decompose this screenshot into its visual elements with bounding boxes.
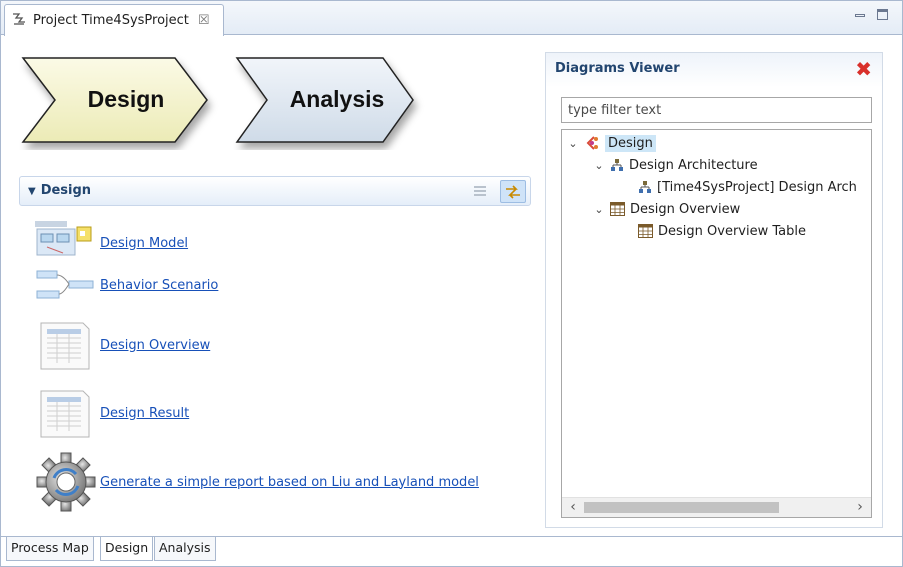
minimize-icon[interactable]: [855, 14, 865, 17]
diagrams-tree: ⌄ Design ⌄ Design Architecture [Time4Sys…: [561, 129, 872, 518]
generate-report-link[interactable]: Generate a simple report based on Liu an…: [100, 475, 479, 490]
scroll-right-icon[interactable]: ›: [851, 499, 869, 517]
tree-item-label: Design Overview: [630, 201, 741, 217]
behavior-scenario-link[interactable]: Behavior Scenario: [100, 278, 218, 293]
tree-item-label: [Time4SysProject] Design Arch: [657, 179, 857, 195]
editor-tab-label: Project Time4SysProject: [33, 13, 189, 28]
bottom-page-tabs: Process Map Design Analysis: [1, 536, 902, 566]
tree-item-label: Design Architecture: [629, 157, 758, 173]
design-result-link[interactable]: Design Result: [100, 406, 189, 421]
close-icon[interactable]: ✖: [855, 59, 872, 79]
table-sheet-icon: [40, 322, 90, 370]
process-step-analysis[interactable]: Analysis: [233, 54, 433, 150]
behavior-scenario-thumbnail: [36, 270, 94, 299]
architecture-icon: [610, 158, 624, 172]
design-result-entry[interactable]: Design Result: [33, 387, 189, 439]
horizontal-scrollbar[interactable]: ‹ ›: [562, 497, 871, 517]
process-step-design[interactable]: Design: [19, 54, 219, 150]
design-model-thumbnail: [35, 221, 92, 256]
table-sheet-icon: [40, 390, 90, 438]
section-title: ▼ Design: [28, 183, 91, 198]
editor-window: Project Time4SysProject ☒ Design Analysi…: [0, 0, 903, 567]
scroll-left-icon[interactable]: ‹: [564, 499, 582, 517]
table-icon: [610, 202, 625, 216]
scrollbar-thumb[interactable]: [584, 502, 779, 513]
sync-arrows-icon: [506, 184, 520, 199]
design-overview-entry[interactable]: Design Overview: [33, 319, 210, 371]
tab-analysis[interactable]: Analysis: [154, 537, 216, 561]
close-tab-icon[interactable]: ☒: [198, 13, 210, 28]
tree-item-label: Design Overview Table: [658, 223, 806, 239]
tree-item-design-overview[interactable]: ⌄ Design Overview: [592, 198, 740, 220]
link-with-editor-button[interactable]: [500, 180, 526, 203]
maximize-icon[interactable]: [877, 9, 888, 20]
chevron-down-icon[interactable]: ⌄: [566, 137, 580, 150]
tree-item-design[interactable]: ⌄ Design: [566, 132, 656, 154]
design-model-entry[interactable]: Design Model: [33, 219, 188, 261]
chevron-down-icon[interactable]: ⌄: [592, 159, 606, 172]
behavior-scenario-entry[interactable]: Behavior Scenario: [33, 269, 218, 301]
filter-input[interactable]: [561, 97, 872, 123]
editor-tab-strip: Project Time4SysProject ☒: [1, 1, 902, 36]
tree-item-label: Design: [605, 134, 656, 152]
section-menu-icon[interactable]: [474, 186, 486, 198]
gear-report-icon: [36, 452, 96, 512]
diagrams-viewer-header: Diagrams Viewer ✖: [546, 53, 882, 87]
tree-item-design-architecture-diagram[interactable]: [Time4SysProject] Design Arch: [634, 176, 857, 198]
diagrams-viewer-title: Diagrams Viewer: [555, 61, 680, 76]
tab-design[interactable]: Design: [100, 537, 154, 561]
generate-report-entry[interactable]: Generate a simple report based on Liu an…: [33, 451, 479, 513]
tree-item-design-overview-table[interactable]: Design Overview Table: [634, 220, 806, 242]
architecture-icon: [638, 180, 652, 194]
design-section-header[interactable]: ▼ Design: [19, 176, 531, 206]
collapse-triangle-icon[interactable]: ▼: [28, 186, 36, 197]
project-icon: [11, 11, 27, 31]
table-icon: [638, 224, 653, 238]
design-model-link[interactable]: Design Model: [100, 236, 188, 251]
tree-item-design-architecture[interactable]: ⌄ Design Architecture: [592, 154, 758, 176]
chevron-down-icon[interactable]: ⌄: [592, 203, 606, 216]
project-editor-tab[interactable]: Project Time4SysProject ☒: [4, 4, 224, 36]
section-title-text: Design: [40, 183, 92, 198]
design-viewpoint-icon: [584, 135, 600, 151]
tab-process-map[interactable]: Process Map: [6, 537, 94, 561]
design-overview-link[interactable]: Design Overview: [100, 338, 210, 353]
diagrams-viewer-panel: Diagrams Viewer ✖ ⌄ Design ⌄: [545, 52, 883, 528]
